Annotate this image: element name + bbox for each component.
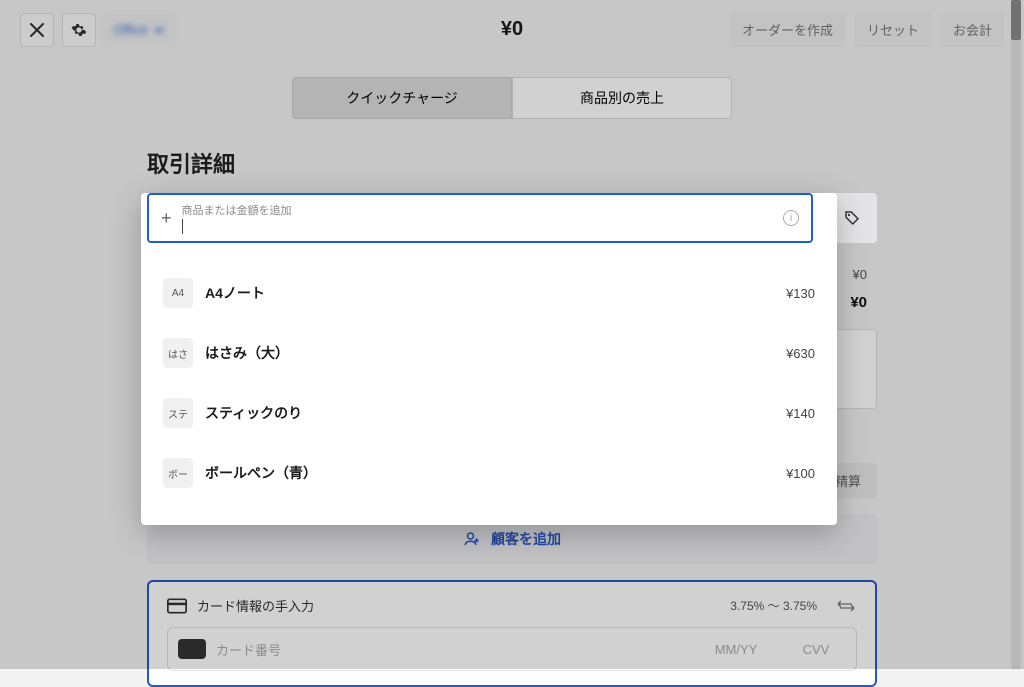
suggestion-item[interactable]: A4 A4ノート ¥130: [163, 263, 815, 323]
add-product-placeholder: 商品または金額を追加: [182, 202, 783, 218]
main-tabs: クイックチャージ 商品別の売上: [292, 77, 732, 119]
suggestion-name: A4ノート: [205, 283, 774, 303]
gear-icon: [71, 22, 87, 38]
close-icon: [30, 23, 44, 37]
suggestion-badge: はさ: [163, 338, 193, 368]
tag-icon: [843, 209, 861, 227]
add-product-input[interactable]: + 商品または金額を追加 i: [147, 193, 813, 243]
suggestion-item[interactable]: はさ はさみ（大） ¥630: [163, 323, 815, 383]
suggestion-price: ¥100: [786, 466, 815, 481]
tab-itemized-sales[interactable]: 商品別の売上: [512, 77, 732, 119]
card-entry-rate: 3.75% ～ 3.75%: [730, 597, 817, 614]
tab-quick-charge[interactable]: クイックチャージ: [292, 77, 512, 119]
swap-icon: [835, 600, 857, 612]
suggestion-name: スティックのり: [205, 403, 774, 423]
reset-button[interactable]: リセット: [855, 12, 931, 47]
text-caret: [182, 219, 183, 234]
card-manual-entry[interactable]: カード情報の手入力 3.75% ～ 3.75% カード番号 MM/YY CVV: [147, 580, 877, 687]
suggestion-price: ¥630: [786, 346, 815, 361]
subtotal-value: ¥0: [853, 267, 867, 286]
suggestion-name: ボールペン（青）: [205, 463, 774, 483]
suggestion-badge: ステ: [163, 398, 193, 428]
checkout-button[interactable]: お会計: [941, 12, 1004, 47]
settings-button[interactable]: [62, 13, 96, 47]
close-button[interactable]: [20, 13, 54, 47]
total-value: ¥0: [850, 294, 867, 315]
suggestion-name: はさみ（大）: [205, 343, 774, 363]
card-brand-icon: [178, 639, 206, 659]
create-order-button[interactable]: オーダーを作成: [730, 12, 845, 47]
card-cvv-input[interactable]: CVV: [786, 642, 846, 657]
suggestion-item[interactable]: ステ スティックのり ¥140: [163, 383, 815, 443]
suggestion-price: ¥130: [786, 286, 815, 301]
card-number-input[interactable]: カード番号: [216, 640, 686, 659]
suggestion-badge: A4: [163, 278, 193, 308]
transaction-details-title: 取引詳細: [147, 147, 877, 179]
add-customer-label: 顧客を追加: [491, 529, 561, 549]
header-total-price: ¥0: [501, 18, 523, 41]
add-user-icon: [463, 530, 481, 548]
suggestion-price: ¥140: [786, 406, 815, 421]
location-dropdown[interactable]: Office: [104, 16, 174, 43]
chevron-down-icon: [154, 27, 164, 33]
suggestion-item[interactable]: ボー ボールペン（青） ¥100: [163, 443, 815, 503]
card-entry-label: カード情報の手入力: [197, 596, 314, 615]
card-expiry-input[interactable]: MM/YY: [696, 642, 776, 657]
header: Office ¥0 オーダーを作成 リセット お会計: [0, 0, 1024, 59]
suggestion-badge: ボー: [163, 458, 193, 488]
info-icon[interactable]: i: [783, 210, 799, 226]
scrollbar-track[interactable]: [1011, 0, 1021, 669]
plus-icon: +: [161, 208, 172, 229]
location-dropdown-label: Office: [114, 22, 148, 37]
card-icon: [167, 598, 187, 614]
